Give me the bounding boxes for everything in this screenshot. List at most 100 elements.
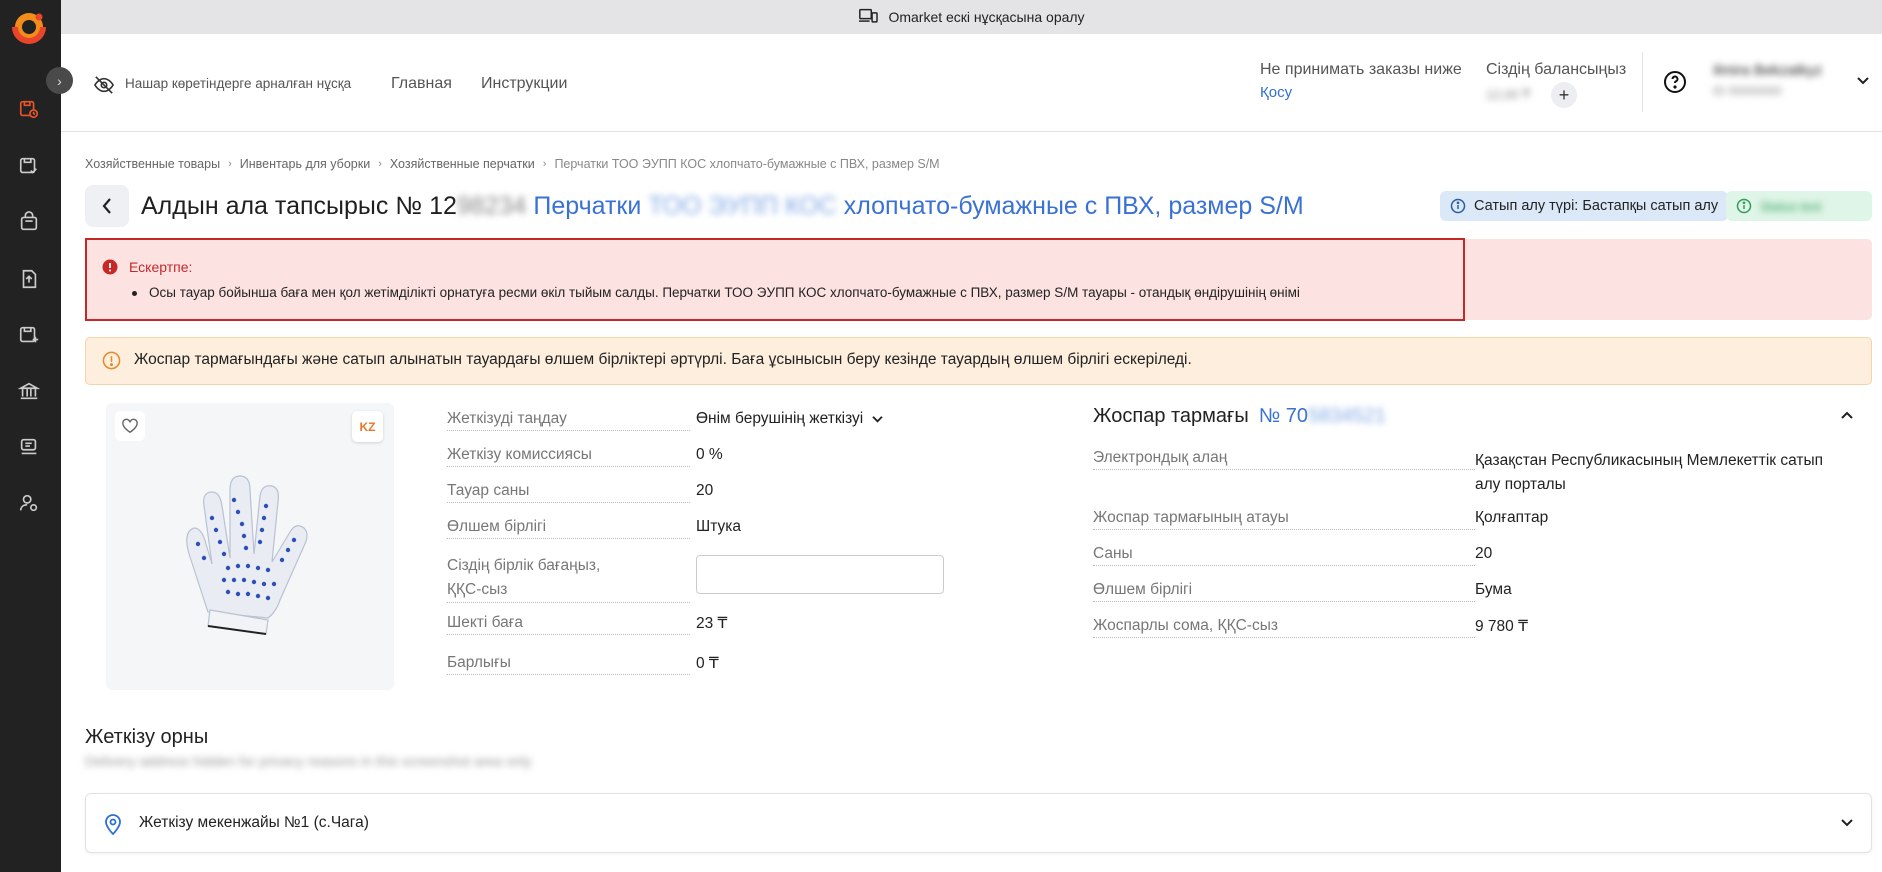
header-divider <box>1642 52 1643 112</box>
accessibility-link[interactable]: Нашар көретіндерге арналған нұсқа <box>125 76 351 91</box>
document-upload-icon[interactable] <box>14 264 44 294</box>
delivery-choice-value: Өнім берушінің жеткізуі <box>696 410 864 427</box>
platform-label: Электрондық алаң <box>1093 449 1475 470</box>
platform-value-line1: Қазақстан Республикасының Мемлекеттік са… <box>1475 452 1824 469</box>
header: Нашар көретіндерге арналған нұсқа Главна… <box>61 34 1882 132</box>
bullet <box>132 291 137 296</box>
status-badge: Status text <box>1726 191 1872 221</box>
old-version-link[interactable]: Omarket ескі нұсқасына оралу <box>888 9 1084 25</box>
made-in-kz-badge: KZ <box>352 411 383 442</box>
warning-icon <box>102 351 121 370</box>
title-prefix: Алдын ала тапсырыс № 12 <box>141 192 457 220</box>
devices-icon <box>859 8 879 23</box>
limit-price-label: Шекті баға <box>447 614 690 635</box>
quantity-value: 20 <box>696 482 714 499</box>
plan-item-number-link[interactable]: № 705834521 <box>1259 405 1386 427</box>
total-value: 0 ₸ <box>696 655 719 672</box>
quantity-label: Тауар саны <box>447 482 690 503</box>
min-order-label: Не принимать заказы ниже <box>1260 61 1462 78</box>
cart-check-icon[interactable] <box>14 151 44 181</box>
unit-price-input[interactable] <box>696 555 944 594</box>
chevron-down-icon[interactable] <box>1840 818 1854 828</box>
product-title-end: хлопчато-бумажные с ПВХ, размер S/M <box>836 192 1304 220</box>
unit-price-label-line2: ҚҚС-сыз <box>447 578 690 603</box>
plan-number-visible: № 70 <box>1258 405 1308 427</box>
plan-qty-value: 20 <box>1475 545 1493 562</box>
chevron-left-icon <box>102 198 111 214</box>
plan-name-label: Жоспар тармағының атауы <box>1093 509 1475 530</box>
min-order-add-link[interactable]: Қосу <box>1260 84 1292 101</box>
product-title-link[interactable]: Перчатки ТОО ЭУПП КОС хлопчато-бумажные … <box>533 192 1303 220</box>
bag-icon[interactable] <box>14 207 44 237</box>
breadcrumb-item[interactable]: Хозяйственные товары <box>85 157 220 171</box>
plan-qty-label: Саны <box>1093 545 1475 566</box>
delivery-choice-select[interactable]: Өнім берушінің жеткізуі <box>696 410 884 428</box>
title-hidden-number: 98234 <box>456 192 527 220</box>
error-icon <box>102 259 118 275</box>
plan-sum-label: Жоспарлы сома, ҚҚС-сыз <box>1093 617 1475 638</box>
user-name[interactable]: Ilmira Bekzatkyz <box>1713 62 1822 79</box>
heart-icon <box>122 418 138 434</box>
commission-label: Жеткізу комиссиясы <box>447 446 690 467</box>
warning-title: Ескертпе: <box>129 259 193 275</box>
user-settings-icon[interactable] <box>14 488 44 518</box>
purchase-type-badge: Сатып алу түрі: Бастапқы сатып алу <box>1440 191 1729 221</box>
warning-text: Осы тауар бойынша баға мен қол жетімділі… <box>149 285 1300 300</box>
kz-badge-text: KZ <box>359 419 376 434</box>
breadcrumb-item[interactable]: Инвентарь для уборки <box>240 157 370 171</box>
delivery-choice-label: Жеткізуді таңдау <box>447 410 690 431</box>
plan-sum-value: 9 780 ₸ <box>1475 618 1528 635</box>
add-product-icon[interactable] <box>14 320 44 350</box>
product-image <box>186 475 308 635</box>
nav-home[interactable]: Главная <box>391 75 452 93</box>
old-version-banner[interactable]: Omarket ескі нұсқасына оралу <box>61 0 1882 34</box>
unit-mismatch-text: Жоспар тармағындағы және сатып алынатын … <box>134 351 1192 368</box>
chevron-down-icon <box>872 415 883 423</box>
breadcrumb-current: Перчатки ТОО ЭУПП КОС хлопчато-бумажные … <box>554 157 940 171</box>
plan-number-hidden: 5834521 <box>1308 405 1386 427</box>
warning-highlight-frame <box>85 238 1465 321</box>
breadcrumb-separator-icon: › <box>378 158 382 170</box>
sidebar-expand-button[interactable]: › <box>46 67 73 94</box>
eye-off-icon[interactable] <box>93 75 115 95</box>
balance-label: Сіздің балансыңыз <box>1486 61 1627 78</box>
commission-value: 0 % <box>696 446 723 463</box>
platform-value: Қазақстан Республикасының Мемлекеттік са… <box>1475 449 1823 497</box>
delivery-address-hidden: Delivery address hidden for privacy reas… <box>85 753 532 769</box>
chevron-down-icon[interactable] <box>1856 76 1870 86</box>
location-pin-icon <box>105 814 121 835</box>
page-title: Алдын ала тапсырыс № 1298234 Перчатки ТО… <box>141 192 1304 221</box>
product-title-start: Перчатки <box>533 192 649 220</box>
unit-label: Өлшем бірлігі <box>447 518 690 539</box>
limit-price-value: 23 ₸ <box>696 615 728 632</box>
orders-clock-icon[interactable] <box>14 94 44 124</box>
info-icon <box>1736 198 1752 214</box>
plan-unit-value: Бума <box>1475 581 1512 598</box>
plan-unit-label: Өлшем бірлігі <box>1093 581 1475 602</box>
sidebar <box>0 0 61 872</box>
info-icon <box>1450 198 1466 214</box>
bank-icon[interactable] <box>14 376 44 406</box>
back-button[interactable] <box>85 185 129 227</box>
total-label: Барлығы <box>447 654 690 675</box>
unit-price-label-line1: Сіздің бірлік бағаңыз, <box>447 557 601 574</box>
help-icon[interactable] <box>1663 70 1687 94</box>
breadcrumb-item[interactable]: Хозяйственные перчатки <box>390 157 535 171</box>
unit-value: Штука <box>696 518 741 535</box>
omarket-logo[interactable] <box>11 8 47 44</box>
balance-value: 12,00 ₸ <box>1486 87 1531 102</box>
delivery-truck-icon[interactable] <box>14 432 44 462</box>
delivery-section-title: Жеткізу орны <box>85 726 209 748</box>
plan-item-heading: Жоспар тармағы <box>1093 405 1249 427</box>
unit-price-label: Сіздің бірлік бағаңыз, ҚҚС-сыз <box>447 554 690 605</box>
plan-name-value: Қолғаптар <box>1475 509 1549 526</box>
nav-instructions[interactable]: Инструкции <box>481 75 567 93</box>
product-title-hidden: ТОО ЭУПП КОС <box>648 192 837 220</box>
status-badge-text: Status text <box>1760 198 1822 214</box>
topup-balance-button[interactable]: + <box>1551 82 1577 108</box>
delivery-address-label: Жеткізу мекенжайы №1 (с.Чага) <box>139 814 369 831</box>
plan-item-title: Жоспар тармағы № 705834521 <box>1093 405 1386 428</box>
platform-value-line2: алу порталы <box>1475 476 1566 493</box>
chevron-up-icon[interactable] <box>1840 410 1854 420</box>
favorite-button[interactable] <box>115 411 145 441</box>
